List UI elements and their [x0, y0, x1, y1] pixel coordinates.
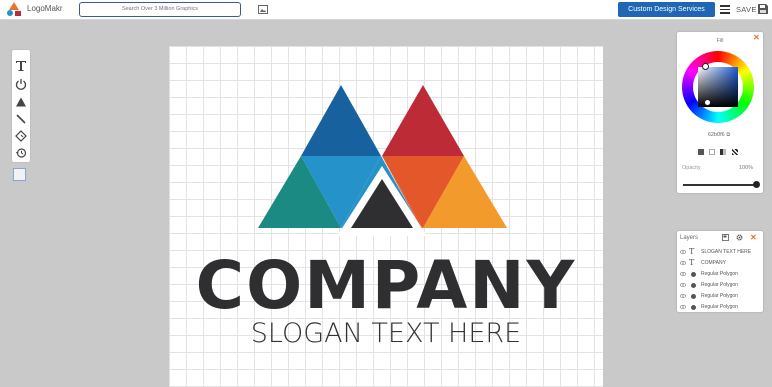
gear-icon[interactable]: [736, 234, 743, 241]
logomakr-wordmark[interactable]: LogoMakr: [27, 4, 63, 13]
eye-icon[interactable]: [680, 271, 686, 277]
color-picker-handle[interactable]: [704, 99, 711, 106]
layer-row[interactable]: Regular Polygon: [677, 292, 763, 302]
fill-panel: ✕ Fill 62b0f6 ⧉ Opacity 100%: [677, 32, 763, 193]
swatch-dark[interactable]: [698, 149, 704, 155]
layer-name: SLOGAN TEXT HERE: [701, 249, 752, 255]
hue-wheel[interactable]: [682, 51, 754, 123]
opacity-slider-handle[interactable]: [753, 181, 760, 188]
swatch-light[interactable]: [709, 149, 715, 155]
eye-icon[interactable]: [680, 249, 686, 255]
layer-row[interactable]: Regular Polygon: [677, 303, 763, 312]
line-tool-icon[interactable]: [15, 113, 27, 125]
shape-layer-icon: [691, 294, 696, 299]
sticker-icon[interactable]: [15, 130, 27, 142]
background-color-swatch[interactable]: [13, 168, 26, 181]
layers-panel-title: Layers: [680, 235, 699, 241]
copy-icon[interactable]: ⧉: [726, 132, 730, 138]
layer-name: Regular Polygon: [701, 304, 738, 310]
triangle-red-top: [382, 85, 464, 156]
hue-picker-handle[interactable]: [702, 63, 709, 70]
save-disk-icon[interactable]: [758, 4, 768, 14]
eye-icon[interactable]: [680, 282, 686, 288]
history-icon[interactable]: [15, 147, 27, 159]
fill-panel-title: Fill: [716, 38, 724, 44]
logo-triangles-graphic[interactable]: [169, 46, 603, 246]
opacity-label: Opacity: [682, 165, 701, 171]
layer-name: COMPANY: [701, 260, 726, 266]
slogan-text[interactable]: SLOGAN TEXT HERE: [169, 319, 603, 349]
company-text[interactable]: COMPANY: [169, 253, 603, 319]
text-layer-icon: T: [689, 258, 695, 267]
shape-layer-icon: [691, 283, 696, 288]
hamburger-menu-icon[interactable]: [720, 5, 730, 14]
opacity-value: 100%: [739, 165, 754, 171]
eye-icon[interactable]: [680, 260, 686, 266]
triangle-blue-top: [301, 85, 381, 156]
hex-value-text: 62b0f6: [707, 132, 725, 138]
image-upload-icon[interactable]: [258, 5, 268, 14]
layer-row[interactable]: Regular Polygon: [677, 281, 763, 291]
layers-image-icon[interactable]: [722, 234, 729, 241]
layers-panel: Layers ✕ T SLOGAN TEXT HERE T COMPANY Re…: [677, 231, 763, 312]
text-tool-icon[interactable]: [15, 60, 27, 72]
logomakr-logo-icon[interactable]: [6, 2, 22, 17]
tools-toolbar: [12, 50, 30, 162]
opacity-slider[interactable]: [683, 184, 756, 186]
swatch-gradient[interactable]: [720, 149, 726, 155]
layer-name: Regular Polygon: [701, 282, 738, 288]
text-layer-icon: T: [689, 247, 695, 256]
layer-row[interactable]: T SLOGAN TEXT HERE: [677, 248, 763, 258]
custom-design-services-button[interactable]: Custom Design Services: [618, 2, 715, 17]
save-button[interactable]: SAVE: [736, 5, 757, 14]
swatch-pattern[interactable]: [732, 149, 738, 155]
search-input[interactable]: [79, 2, 241, 17]
eye-icon[interactable]: [680, 304, 686, 310]
hex-value[interactable]: 62b0f6 ⧉: [677, 132, 761, 139]
layer-row[interactable]: T COMPANY: [677, 259, 763, 269]
layer-name: Regular Polygon: [701, 271, 738, 277]
close-icon[interactable]: ✕: [750, 233, 757, 242]
shape-layer-icon: [691, 272, 696, 277]
eye-icon[interactable]: [680, 293, 686, 299]
design-canvas[interactable]: COMPANY SLOGAN TEXT HERE: [169, 46, 603, 387]
power-shape-icon[interactable]: [15, 78, 27, 90]
layer-name: Regular Polygon: [701, 293, 738, 299]
shape-layer-icon: [691, 305, 696, 310]
layer-row[interactable]: Regular Polygon: [677, 270, 763, 280]
top-bar: LogoMakr Custom Design Services SAVE: [0, 0, 772, 20]
triangle-shape-icon[interactable]: [15, 96, 27, 108]
